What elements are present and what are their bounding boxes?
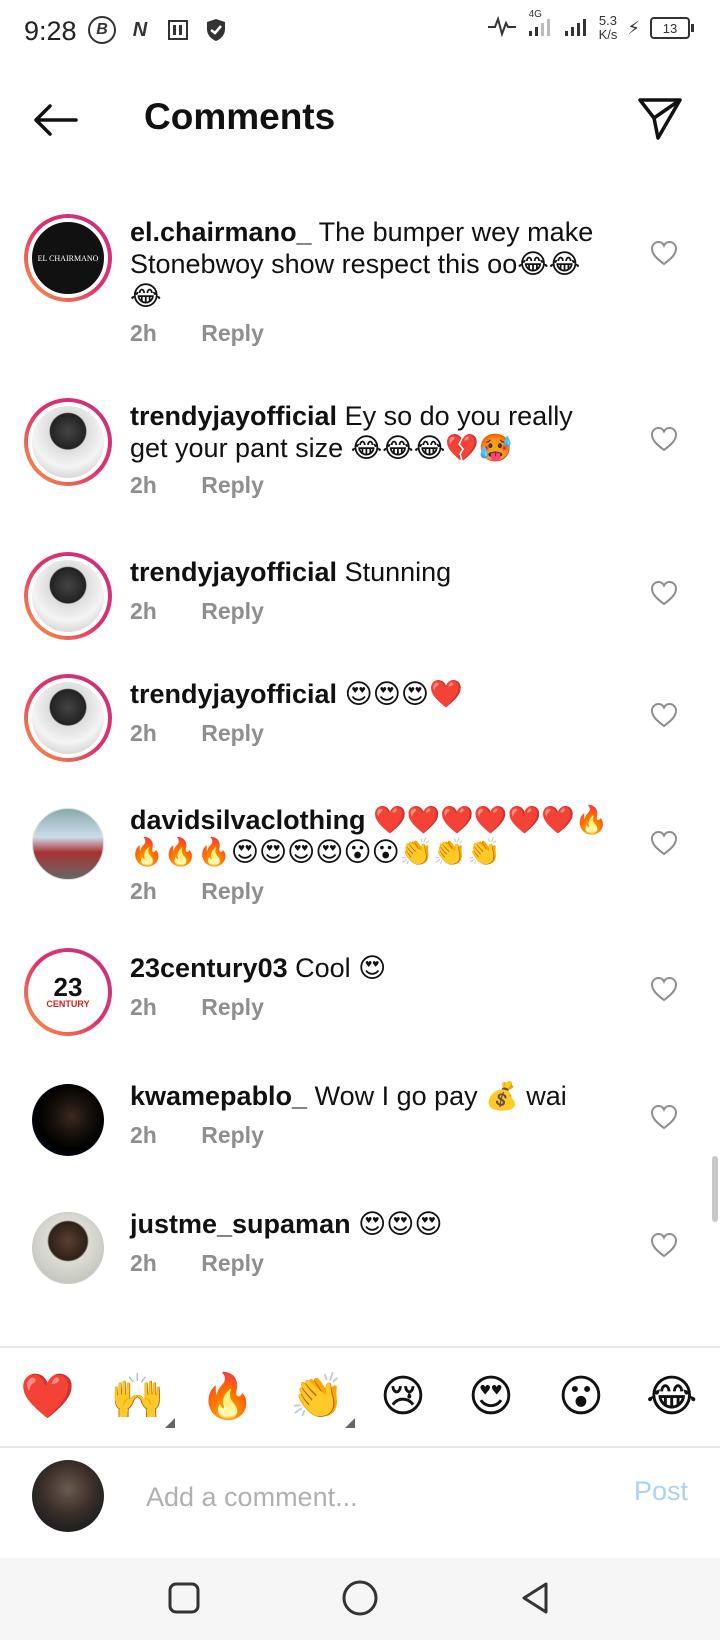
comment-username[interactable]: trendyjayofficial xyxy=(130,401,337,431)
avatar-logo-number: 23 xyxy=(53,972,83,1002)
emoji-button[interactable]: 🔥 xyxy=(200,1372,255,1422)
emoji-button[interactable]: ❤️ xyxy=(20,1372,75,1422)
comments-list[interactable]: EL CHAIRMANO el.chairmano_ The bumper we… xyxy=(0,178,720,1346)
skin-tone-indicator-icon xyxy=(344,1418,355,1428)
reply-button[interactable]: Reply xyxy=(201,878,264,904)
comment-input[interactable] xyxy=(144,1476,568,1518)
paper-plane-icon xyxy=(638,98,682,140)
recents-square-icon[interactable] xyxy=(164,1578,204,1618)
emoji-button[interactable]: 🙌 xyxy=(110,1372,175,1428)
comment-text: Cool 😍 xyxy=(295,953,387,983)
avatar-logo-text: CENTURY xyxy=(46,999,90,1009)
reply-button[interactable]: Reply xyxy=(201,1250,264,1276)
heart-icon[interactable] xyxy=(650,426,678,452)
comment-username[interactable]: justme_supaman xyxy=(130,1209,351,1239)
emoji-button[interactable]: 😂 xyxy=(646,1372,697,1422)
shield-check-icon xyxy=(202,16,230,44)
battery-icon: 13 xyxy=(650,17,694,39)
avatar[interactable] xyxy=(24,674,112,762)
b-app-icon: B xyxy=(88,16,116,44)
signal-4g-icon: 4G xyxy=(527,9,553,42)
comment-username[interactable]: trendyjayofficial xyxy=(130,557,337,587)
comment-time: 2h xyxy=(130,720,157,746)
comment-text: Wow I go pay 💰 wai xyxy=(314,1081,567,1111)
reply-button[interactable]: Reply xyxy=(201,1122,264,1148)
comment-username[interactable]: trendyjayofficial xyxy=(130,679,337,709)
comment-time: 2h xyxy=(130,472,157,498)
back-button[interactable] xyxy=(30,100,80,140)
avatar[interactable] xyxy=(24,398,112,486)
heart-icon[interactable] xyxy=(650,1104,678,1130)
comment-composer: Post xyxy=(0,1446,720,1558)
post-button[interactable]: Post xyxy=(634,1476,688,1507)
avatar-logo-text: EL CHAIRMANO xyxy=(37,253,99,263)
emoji-bar: ❤️ 🙌 🔥 👏 😢 😍 😮 😂 xyxy=(0,1346,720,1448)
avatar[interactable] xyxy=(32,1084,104,1156)
page-title: Comments xyxy=(144,96,336,137)
back-triangle-icon[interactable] xyxy=(516,1578,556,1618)
comment-text: Stunning xyxy=(344,557,452,587)
comment-username[interactable]: el.chairmano_ xyxy=(130,217,312,247)
heart-icon[interactable] xyxy=(650,830,678,856)
comment-time: 2h xyxy=(130,994,157,1020)
avatar[interactable]: EL CHAIRMANO xyxy=(24,214,112,302)
reply-button[interactable]: Reply xyxy=(201,472,264,498)
current-user-avatar xyxy=(32,1460,104,1532)
heart-icon[interactable] xyxy=(650,580,678,606)
emoji-button[interactable]: 😢 xyxy=(380,1372,426,1422)
emoji-button[interactable]: 😮 xyxy=(558,1372,604,1422)
net-speed: 5.3 K/s xyxy=(598,13,618,42)
comment-time: 2h xyxy=(130,1122,157,1148)
reply-button[interactable]: Reply xyxy=(201,320,264,346)
avatar[interactable]: 23 CENTURY xyxy=(24,948,112,1036)
comment-username[interactable]: 23century03 xyxy=(130,953,288,983)
comment-time: 2h xyxy=(130,878,157,904)
comment-time: 2h xyxy=(130,598,157,624)
signal-icon xyxy=(563,15,589,42)
charging-icon: ⚡ xyxy=(627,17,640,38)
emoji-button[interactable]: 😍 xyxy=(468,1372,514,1422)
status-time: 9:28 xyxy=(24,16,77,46)
avatar[interactable] xyxy=(24,552,112,640)
activity-icon xyxy=(487,15,517,42)
home-circle-icon[interactable] xyxy=(340,1578,380,1618)
arrow-left-icon xyxy=(34,104,78,136)
skin-tone-indicator-icon xyxy=(164,1418,175,1428)
pdf-app-icon xyxy=(164,16,192,44)
n-app-icon: N xyxy=(132,18,148,41)
avatar[interactable] xyxy=(32,1212,104,1284)
comment-time: 2h xyxy=(130,320,157,346)
comment-text: 😍😍😍 xyxy=(358,1209,443,1239)
comment-text: 😍😍😍❤️ xyxy=(344,679,463,709)
heart-icon[interactable] xyxy=(650,1232,678,1258)
avatar[interactable] xyxy=(32,808,104,880)
reply-button[interactable]: Reply xyxy=(201,598,264,624)
scrollbar[interactable] xyxy=(712,1156,718,1222)
emoji-button[interactable]: 👏 xyxy=(290,1372,355,1428)
heart-icon[interactable] xyxy=(650,702,678,728)
header: Comments xyxy=(0,66,720,178)
share-button[interactable] xyxy=(636,94,684,142)
heart-icon[interactable] xyxy=(650,976,678,1002)
comment-time: 2h xyxy=(130,1250,157,1276)
comment-username[interactable]: davidsilvaclothing xyxy=(130,805,366,835)
reply-button[interactable]: Reply xyxy=(201,994,264,1020)
network-type: 4G xyxy=(528,8,542,20)
reply-button[interactable]: Reply xyxy=(201,720,264,746)
heart-icon[interactable] xyxy=(650,240,678,266)
system-nav-bar xyxy=(0,1558,720,1640)
status-bar: 9:28 B N 4G 5.3 K/s ⚡ 13 xyxy=(0,0,720,66)
comment-username[interactable]: kwamepablo_ xyxy=(130,1081,307,1111)
